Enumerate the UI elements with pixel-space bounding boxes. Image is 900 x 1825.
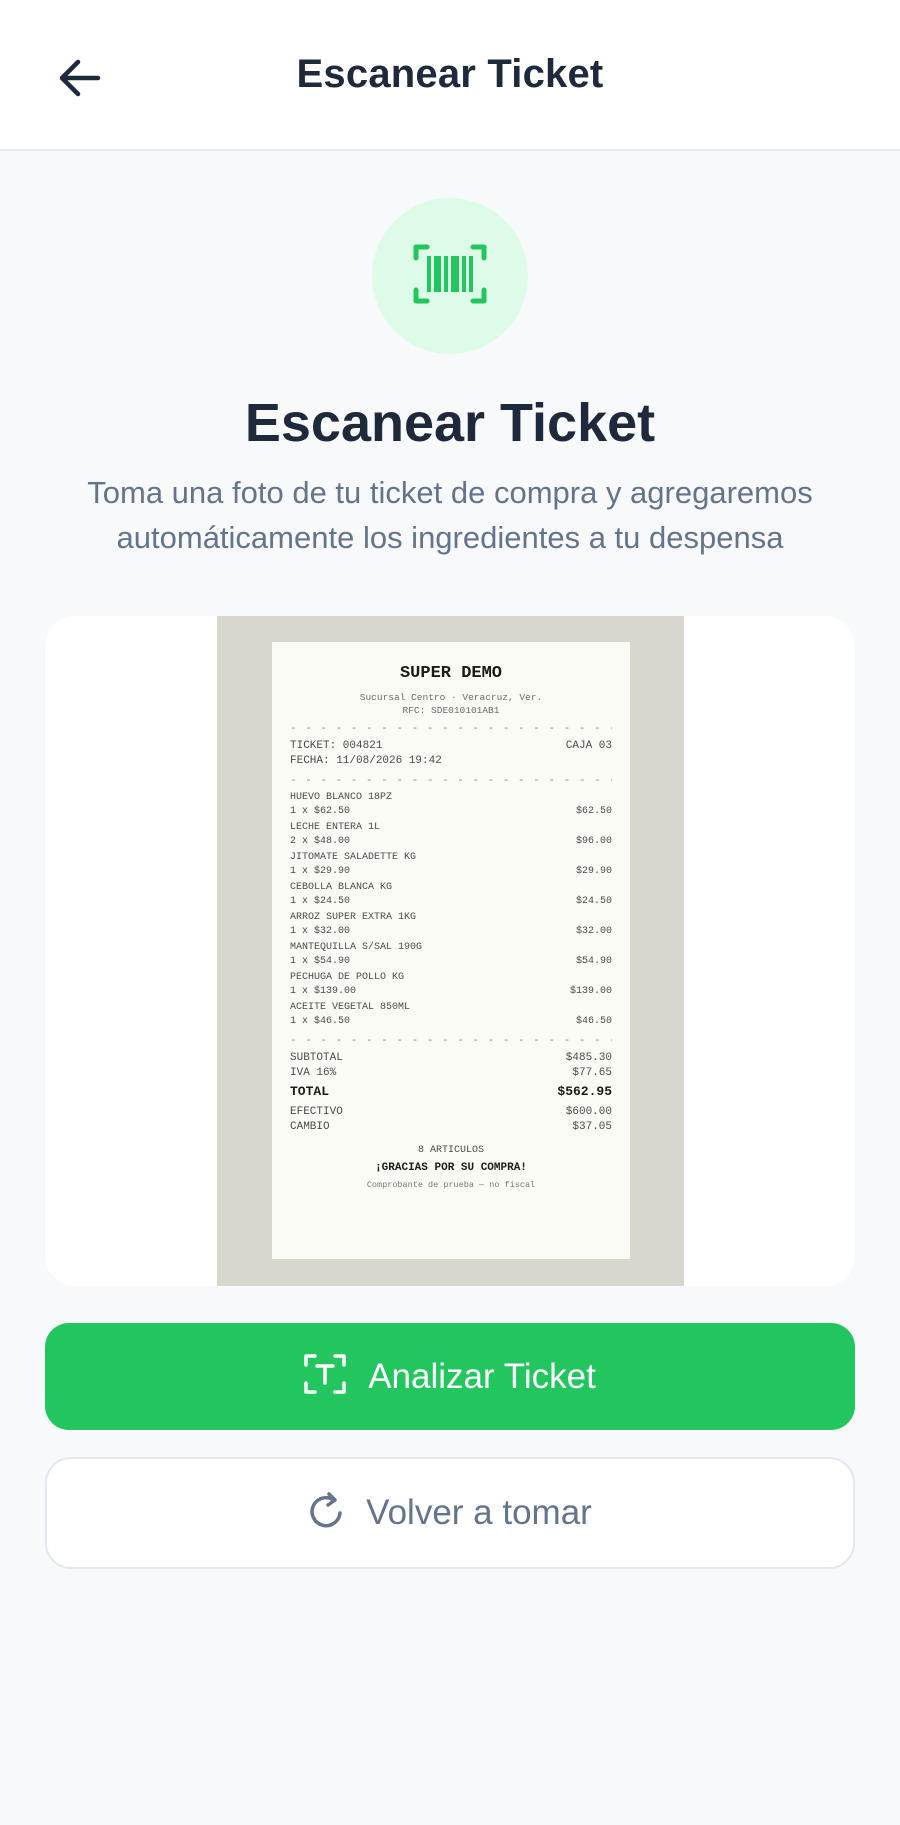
analyze-ticket-label: Analizar Ticket <box>368 1356 596 1396</box>
receipt-item-amount: $139.00 <box>569 986 612 997</box>
receipt-item-name: ARROZ SUPER EXTRA 1KG <box>290 912 417 923</box>
receipt-subtotal: $485.30 <box>565 1052 612 1064</box>
receipt-subtotal-label: SUBTOTAL <box>290 1052 343 1064</box>
receipt-item-qty: 1 x $139.00 <box>290 986 357 997</box>
receipt-item-qty: 1 x $46.50 <box>290 1016 351 1027</box>
receipt-change-label: CAMBIO <box>290 1121 330 1133</box>
receipt-change: $37.05 <box>572 1121 612 1133</box>
receipt-item-amount: $46.50 <box>575 1016 612 1027</box>
hero-title: Escanear Ticket <box>244 393 656 453</box>
top-bar: Escanear Ticket <box>0 0 900 151</box>
receipt-item: MANTEQUILLA S/SAL 190G 1 x $54.90 $54.90 <box>290 941 612 969</box>
receipt-item-name: CEBOLLA BLANCA KG <box>290 882 393 893</box>
ticket-photo: SUPER DEMO Sucursal Centro · Veracruz, V… <box>217 616 684 1286</box>
receipt-item: JITOMATE SALADETTE KG 1 x $29.90 $29.90 <box>290 851 612 879</box>
text-scan-icon <box>304 1354 346 1399</box>
receipt-footer: Comprobante de prueba — no fiscal <box>366 1180 536 1190</box>
hero-icon-circle <box>372 198 528 354</box>
receipt-item-amount: $29.90 <box>575 866 612 877</box>
receipt-item-qty: 1 x $29.90 <box>290 866 351 877</box>
receipt: SUPER DEMO Sucursal Centro · Veracruz, V… <box>272 642 630 1259</box>
receipt-item-name: LECHE ENTERA 1L <box>290 822 381 833</box>
retake-photo-button[interactable]: Volver a tomar <box>45 1457 855 1569</box>
receipt-divider: - - - - - - - - - - - - - - - - - - - - … <box>290 723 612 735</box>
receipt-item-qty: 1 x $62.50 <box>290 806 351 817</box>
retake-photo-label: Volver a tomar <box>366 1493 592 1532</box>
receipt-cash-label: EFECTIVO <box>290 1106 343 1118</box>
receipt-item-amount: $24.50 <box>575 896 612 907</box>
receipt-total: $562.95 <box>557 1084 612 1099</box>
receipt-iva-label: IVA 16% <box>290 1067 337 1079</box>
receipt-rfc: RFC: SDE010101AB1 <box>402 705 500 716</box>
receipt-item-qty: 1 x $24.50 <box>290 896 351 907</box>
receipt-store: SUPER DEMO <box>399 664 503 683</box>
receipt-register: CAJA 03 <box>565 740 612 752</box>
receipt-date: FECHA: 11/08/2026 19:42 <box>290 755 442 767</box>
receipt-item-amount: $32.00 <box>575 926 612 937</box>
receipt-item: CEBOLLA BLANCA KG 1 x $24.50 $24.50 <box>290 881 612 909</box>
receipt-ticket: TICKET: 004821 <box>290 740 383 752</box>
receipt-item: PECHUGA DE POLLO KG 1 x $139.00 $139.00 <box>290 971 612 999</box>
receipt-cash: $600.00 <box>565 1106 612 1118</box>
receipt-item-name: ACEITE VEGETAL 850ML <box>290 1002 411 1013</box>
receipt-thanks: ¡GRACIAS POR SU COMPRA! <box>375 1162 527 1174</box>
receipt-item: ACEITE VEGETAL 850ML 1 x $46.50 $46.50 <box>290 1001 612 1029</box>
receipt-item-amount: $54.90 <box>575 956 612 967</box>
receipt-item-name: PECHUGA DE POLLO KG <box>290 972 405 983</box>
receipt-item-name: JITOMATE SALADETTE KG <box>290 852 417 863</box>
refresh-icon <box>308 1491 346 1536</box>
receipt-item-name: MANTEQUILLA S/SAL 190G <box>290 942 423 953</box>
page-title: Escanear Ticket <box>296 52 604 96</box>
receipt-item-qty: 2 x $48.00 <box>290 836 351 847</box>
receipt-divider: - - - - - - - - - - - - - - - - - - - - … <box>290 1035 612 1047</box>
receipt-item: LECHE ENTERA 1L 2 x $48.00 $96.00 <box>290 821 612 849</box>
receipt-item-amount: $96.00 <box>575 836 612 847</box>
hero-subtitle: Toma una foto de tu ticket de compra y a… <box>87 475 813 555</box>
receipt-iva: $77.65 <box>572 1067 612 1079</box>
receipt-branch: Sucursal Centro · Veracruz, Ver. <box>359 692 543 703</box>
receipt-item-qty: 1 x $32.00 <box>290 926 351 937</box>
receipt-total-label: TOTAL <box>290 1084 330 1099</box>
receipt-divider: - - - - - - - - - - - - - - - - - - - - … <box>290 775 612 787</box>
receipt-item: HUEVO BLANCO 18PZ 1 x $62.50 $62.50 <box>290 791 612 819</box>
ticket-preview-card: SUPER DEMO Sucursal Centro · Veracruz, V… <box>45 616 855 1286</box>
receipt-ticket-row: TICKET: 004821 CAJA 03 <box>290 739 612 754</box>
receipt-subtotal-row: SUBTOTAL $485.30 <box>290 1051 612 1066</box>
receipt-cash-row: EFECTIVO $600.00 <box>290 1105 612 1120</box>
receipt-item-name: HUEVO BLANCO 18PZ <box>290 792 393 803</box>
receipt-total-row: TOTAL $562.95 <box>290 1084 612 1099</box>
analyze-ticket-button[interactable]: Analizar Ticket <box>45 1323 855 1430</box>
barcode-scan-icon <box>413 242 487 311</box>
receipt-iva-row: IVA 16% $77.65 <box>290 1066 612 1081</box>
receipt-item-amount: $62.50 <box>575 806 612 817</box>
receipt-change-row: CAMBIO $37.05 <box>290 1120 612 1135</box>
receipt-item: ARROZ SUPER EXTRA 1KG 1 x $32.00 $32.00 <box>290 911 612 939</box>
receipt-item-qty: 1 x $54.90 <box>290 956 351 967</box>
receipt-item-count: 8 ARTICULOS <box>417 1145 484 1156</box>
